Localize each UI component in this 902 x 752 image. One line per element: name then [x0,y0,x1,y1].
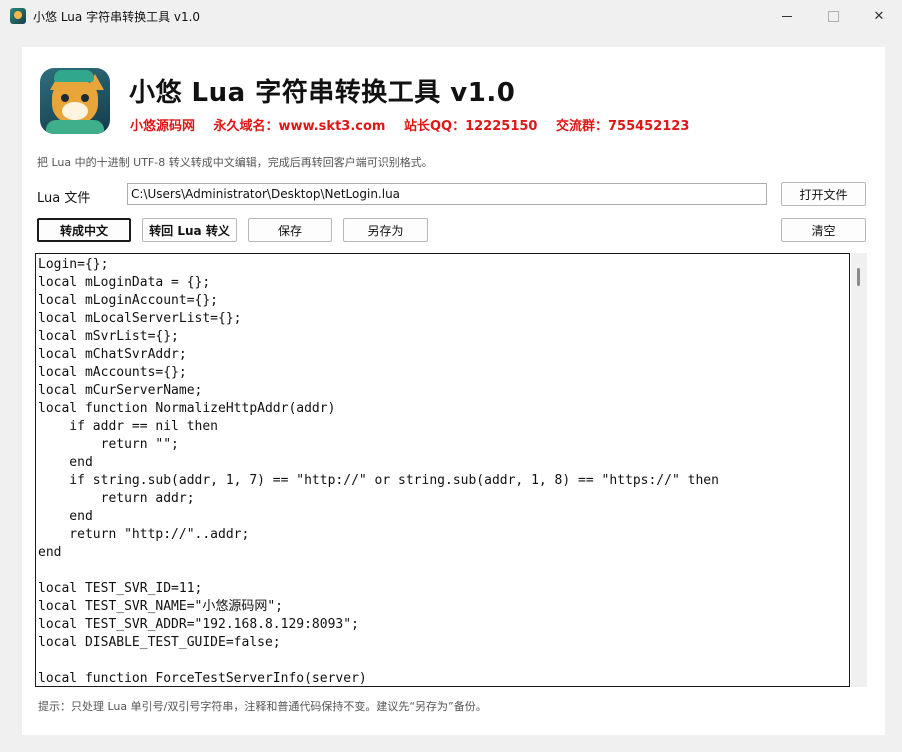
code-line: return addr; [38,491,195,506]
file-path-input[interactable]: C:\Users\Administrator\Desktop\NetLogin.… [127,183,767,205]
lua-file-label: Lua 文件 [37,191,91,206]
qq-info: 站长QQ：12225150 [403,119,538,134]
save-button[interactable]: 保存 [248,218,332,242]
code-line: local mCurServerName; [38,383,203,398]
close-button[interactable]: ✕ [856,0,902,32]
title-bar: 小悠 Lua 字符串转换工具 v1.0 ✕ [0,0,902,32]
site-domain: 永久域名：www.skt3.com [213,119,386,134]
code-line: end [38,509,93,524]
code-line: end [38,455,93,470]
maximize-icon [827,10,839,22]
editor-scrollbar[interactable] [851,253,867,687]
code-line: local TEST_SVR_ID=11; [38,581,203,596]
code-line: local function ForceTestServerInfo(serve… [38,671,367,686]
code-line: if addr == nil then [38,419,219,434]
code-line: local mLocalServerList={}; [38,311,242,326]
maximize-button[interactable] [810,0,856,32]
code-line: end [38,545,62,560]
scrollbar-thumb[interactable] [857,268,860,286]
code-editor[interactable]: Login={}; local mLoginData = {}; local mLo… [35,253,850,687]
code-line: local mLoginAccount={}; [38,293,219,308]
info-line: 小悠源码网 永久域名：www.skt3.com 站长QQ：12225150 交流… [130,115,703,134]
code-line: if string.sub(addr, 1, 7) == "http://" o… [38,473,719,488]
code-line: local mSvrList={}; [38,329,179,344]
code-line: local TEST_SVR_ADDR="192.168.8.129:8093"… [38,617,359,632]
minimize-icon [782,15,792,17]
main-panel: 小悠 Lua 字符串转换工具 v1.0 小悠源码网 永久域名：www.skt3.… [22,47,885,735]
app-title: 小悠 Lua 字符串转换工具 v1.0 [129,78,516,108]
close-icon: ✕ [873,8,885,24]
code-line: local mChatSvrAddr; [38,347,187,362]
tip-text: 提示：只处理 Lua 单引号/双引号字符串，注释和普通代码保持不变。建议先“另存… [38,700,487,713]
code-line: local function NormalizeHttpAddr(addr) [38,401,336,416]
window-title: 小悠 Lua 字符串转换工具 v1.0 [33,10,201,24]
app-icon [10,8,26,24]
code-line: local mAccounts={}; [38,365,187,380]
group-info: 交流群：755452123 [555,119,690,134]
code-line: return "http://"..addr; [38,527,250,542]
code-line: local DISABLE_TEST_GUIDE=false; [38,635,281,650]
code-text[interactable]: Login={}; local mLoginData = {}; local mLo… [36,254,849,686]
convert-to-chinese-button[interactable]: 转成中文 [37,218,131,242]
save-as-button[interactable]: 另存为 [343,218,428,242]
code-line: return ""; [38,437,179,452]
site-name: 小悠源码网 [130,119,196,134]
minimize-button[interactable] [764,0,810,32]
fox-logo-icon [40,68,110,134]
code-line: Login={}; [38,257,109,272]
description-text: 把 Lua 中的十进制 UTF-8 转义转成中文编辑，完成后再转回客户端可识别格… [37,156,433,169]
clear-button[interactable]: 清空 [781,218,866,242]
open-file-button[interactable]: 打开文件 [781,182,866,206]
convert-to-lua-button[interactable]: 转回 Lua 转义 [142,218,237,242]
code-line: local TEST_SVR_NAME="小悠源码网"; [38,599,284,614]
code-line: local mLoginData = {}; [38,275,211,290]
